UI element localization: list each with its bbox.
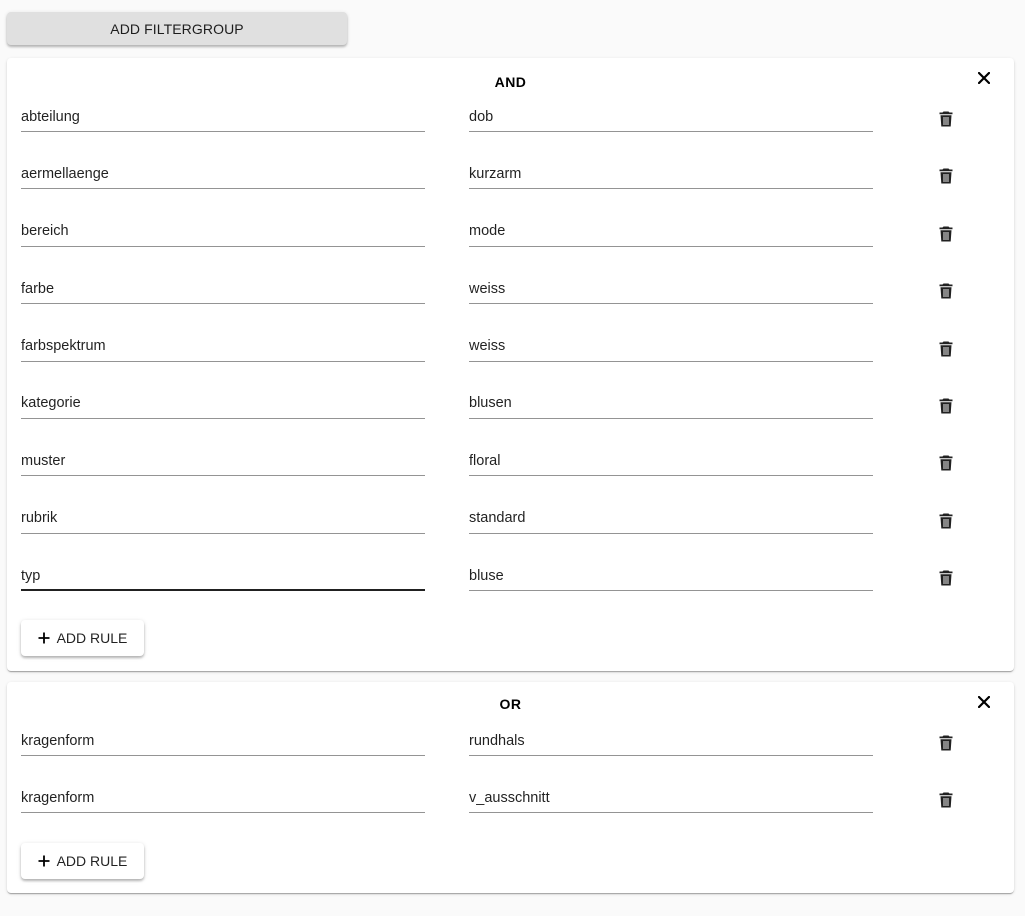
rule-value-input[interactable] (469, 503, 873, 533)
close-icon (978, 72, 990, 84)
filter-group-and: AND abteilung dob aermellaenge kurzarm b… (7, 58, 1014, 671)
rule-row (7, 503, 1014, 561)
rule-key-input[interactable] (21, 726, 425, 755)
rule-key-field[interactable] (21, 503, 425, 534)
delete-rule-button[interactable] (936, 453, 956, 473)
trash-icon (939, 455, 953, 471)
trash-icon (939, 226, 953, 242)
delete-rule-button[interactable] (936, 568, 956, 588)
rule-key-input[interactable] (21, 783, 425, 813)
rule-key-input[interactable] (21, 331, 425, 361)
rule-row (7, 561, 1014, 618)
rule-value-input[interactable] (469, 446, 873, 476)
rule-row (7, 274, 1014, 331)
rule-row (7, 388, 1014, 446)
plus-icon (38, 632, 50, 644)
remove-group-button[interactable] (974, 68, 994, 88)
add-rule-label: ADD RULE (56, 853, 128, 869)
rule-key-field[interactable] (21, 102, 425, 132)
rule-value-input[interactable] (469, 726, 873, 755)
rule-row (7, 159, 1014, 216)
rule-key-input[interactable] (21, 561, 425, 591)
rule-value-field[interactable] (469, 388, 873, 419)
trash-icon (939, 341, 953, 357)
trash-icon (939, 570, 953, 586)
delete-rule-button[interactable] (936, 733, 956, 753)
rule-value-field[interactable] (469, 503, 873, 534)
rule-key-field[interactable] (21, 561, 425, 592)
rule-value-field[interactable] (469, 102, 873, 132)
filter-group-or: OR ADD RULE (7, 682, 1014, 893)
rule-key-field[interactable] (21, 726, 425, 756)
rule-value-input[interactable] (469, 274, 873, 304)
delete-rule-button[interactable] (936, 339, 956, 359)
rule-key-input[interactable] (21, 102, 425, 131)
rule-key-input[interactable] (21, 388, 425, 418)
delete-rule-button[interactable] (936, 281, 956, 301)
trash-icon (939, 735, 953, 751)
trash-icon (939, 398, 953, 414)
rule-row (7, 446, 1014, 503)
rule-value-input[interactable] (469, 159, 873, 189)
rule-row (7, 331, 1014, 389)
rule-list (7, 102, 1014, 619)
delete-rule-button[interactable] (936, 166, 956, 186)
delete-rule-button[interactable] (936, 224, 956, 244)
remove-group-button[interactable] (974, 692, 994, 712)
rule-key-field[interactable] (21, 446, 425, 477)
rule-key-input[interactable] (21, 159, 425, 189)
trash-icon (939, 283, 953, 299)
rule-key-field[interactable] (21, 159, 425, 190)
add-rule-button[interactable]: ADD RULE (21, 843, 144, 879)
rule-key-field[interactable] (21, 783, 425, 814)
rule-key-input[interactable] (21, 216, 425, 246)
rule-row (7, 102, 1014, 159)
delete-rule-button[interactable] (936, 511, 956, 531)
plus-icon (38, 855, 50, 867)
close-icon (978, 696, 990, 708)
rule-key-input[interactable] (21, 503, 425, 533)
trash-icon (939, 168, 953, 184)
group-operator-label: OR (499, 696, 522, 712)
add-rule-button[interactable]: ADD RULE (21, 620, 144, 656)
add-rule-label: ADD RULE (56, 630, 128, 646)
rule-value-field[interactable] (469, 216, 873, 247)
add-filtergroup-button[interactable]: ADD FILTERGROUP (7, 12, 347, 45)
trash-icon (939, 792, 953, 808)
rule-value-input[interactable] (469, 388, 873, 418)
rule-key-field[interactable] (21, 274, 425, 305)
rule-value-input[interactable] (469, 216, 873, 246)
rule-value-input[interactable] (469, 102, 873, 131)
delete-rule-button[interactable] (936, 396, 956, 416)
rule-key-input[interactable] (21, 446, 425, 476)
rule-key-field[interactable] (21, 331, 425, 362)
group-operator-label: AND (494, 74, 527, 90)
rule-value-field[interactable] (469, 561, 873, 592)
filter-builder: ADD FILTERGROUP AND abteilung dob aermel… (0, 0, 1025, 916)
delete-rule-button[interactable] (936, 790, 956, 810)
rule-key-field[interactable] (21, 388, 425, 419)
delete-rule-button[interactable] (936, 109, 956, 129)
rule-value-field[interactable] (469, 446, 873, 477)
rule-list (7, 726, 1014, 841)
rule-row (7, 216, 1014, 274)
rule-value-field[interactable] (469, 159, 873, 190)
trash-icon (939, 513, 953, 529)
rule-value-input[interactable] (469, 561, 873, 591)
rule-value-input[interactable] (469, 783, 873, 813)
rule-key-input[interactable] (21, 274, 425, 304)
rule-key-field[interactable] (21, 216, 425, 247)
rule-row (7, 783, 1014, 840)
trash-icon (939, 111, 953, 127)
rule-row (7, 726, 1014, 783)
rule-value-field[interactable] (469, 783, 873, 814)
rule-value-field[interactable] (469, 331, 873, 362)
rule-value-field[interactable] (469, 274, 873, 305)
rule-value-field[interactable] (469, 726, 873, 756)
rule-value-input[interactable] (469, 331, 873, 361)
